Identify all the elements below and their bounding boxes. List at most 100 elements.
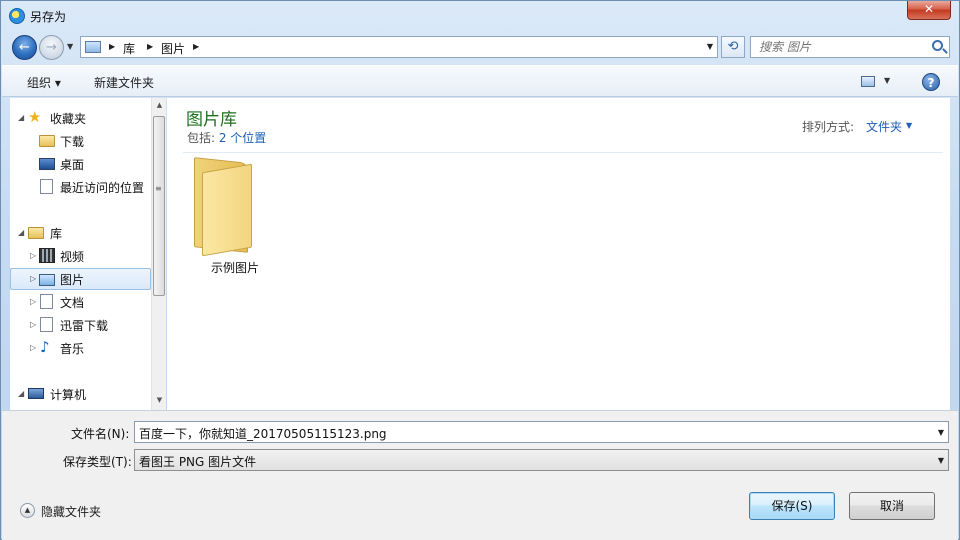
forward-arrow-icon: → xyxy=(46,40,57,55)
file-list-pane: 图片库 包括: 2 个位置 排列方式: 文件夹 ▼ 示例图片 xyxy=(167,98,950,410)
search-box[interactable] xyxy=(750,36,950,58)
expand-arrow-icon[interactable]: ▷ xyxy=(30,297,36,306)
tree-item-downloads[interactable]: 下载 xyxy=(10,130,151,152)
view-mode-icon[interactable] xyxy=(861,76,875,87)
tree-label: 音乐 xyxy=(60,342,85,356)
tree-computer[interactable]: ◢ 计算机 xyxy=(10,383,151,405)
tree-label: 收藏夹 xyxy=(50,112,87,126)
collapse-arrow-icon[interactable]: ◢ xyxy=(18,389,24,398)
library-pictures-icon xyxy=(85,41,101,53)
filetype-select[interactable]: 看图王 PNG 图片文件 ▼ xyxy=(134,449,949,471)
subtitle-prefix: 包括: xyxy=(187,131,219,145)
pictures-library-icon xyxy=(39,274,55,286)
back-button[interactable]: ← xyxy=(12,35,37,60)
arrange-by-dropdown[interactable]: 文件夹 xyxy=(866,118,902,135)
desktop-icon xyxy=(39,158,55,170)
breadcrumb-library[interactable]: 库 xyxy=(123,40,135,57)
locations-link[interactable]: 2 个位置 xyxy=(219,131,266,145)
tree-item-music[interactable]: ▷ ♪ 音乐 xyxy=(10,337,151,359)
tree-libraries[interactable]: ◢ 库 xyxy=(10,222,151,244)
recent-pages-dropdown-icon[interactable]: ▼ xyxy=(67,42,73,51)
download-folder-icon xyxy=(39,135,55,147)
arrange-by-dropdown-icon[interactable]: ▼ xyxy=(906,121,912,130)
filetype-dropdown-icon[interactable]: ▼ xyxy=(938,456,944,465)
tree-label: 桌面 xyxy=(60,158,85,172)
address-bar[interactable]: ▶ 库 ▶ 图片 ▶ ▼ xyxy=(80,36,718,58)
filename-field[interactable]: 百度一下，你就知道_20170505115123.png ▼ xyxy=(134,421,949,443)
tree-label: 视频 xyxy=(60,250,85,264)
library-icon xyxy=(28,227,44,239)
save-as-dialog: 另存为 ✕ ← → ▼ ▶ 库 ▶ 图片 ▶ ▼ ⟲ 组织 ▾ 新建文件夹 ▼ … xyxy=(0,0,960,540)
refresh-icon: ⟲ xyxy=(727,39,739,54)
expand-arrow-icon[interactable]: ▷ xyxy=(30,251,36,260)
tree-label: 库 xyxy=(50,227,63,241)
tree-label: 最近访问的位置 xyxy=(60,181,145,195)
address-dropdown-icon[interactable]: ▼ xyxy=(707,42,713,51)
filename-label: 文件名(N): xyxy=(71,427,130,441)
app-icon xyxy=(9,8,25,24)
computer-icon xyxy=(28,388,44,399)
expand-arrow-icon[interactable]: ▷ xyxy=(30,320,36,329)
collapse-up-icon[interactable]: ▲ xyxy=(20,503,35,518)
recent-places-icon xyxy=(40,179,53,194)
breadcrumb-separator-icon[interactable]: ▶ xyxy=(147,42,153,51)
breadcrumb-pictures[interactable]: 图片 xyxy=(161,40,185,57)
video-library-icon xyxy=(39,248,55,263)
collapse-arrow-icon[interactable]: ◢ xyxy=(18,228,24,237)
documents-library-icon xyxy=(40,294,53,309)
filetype-value: 看图王 PNG 图片文件 xyxy=(139,455,257,469)
breadcrumb-separator-icon[interactable]: ▶ xyxy=(109,42,115,51)
refresh-button[interactable]: ⟲ xyxy=(721,36,745,58)
close-button[interactable]: ✕ xyxy=(907,1,951,20)
nav-pane-scrollbar[interactable]: ▲ ≡ ▼ xyxy=(151,98,166,410)
tree-item-videos[interactable]: ▷ 视频 xyxy=(10,245,151,267)
navigation-pane: ◢ ★ 收藏夹 下载 桌面 最近访问的位置 ◢ 库 ▷ 视频 ▷ 图片 ▷ 文档… xyxy=(10,98,151,410)
scroll-down-icon[interactable]: ▼ xyxy=(152,396,167,404)
filename-dropdown-icon[interactable]: ▼ xyxy=(938,428,944,437)
tree-label: 下载 xyxy=(60,135,85,149)
save-form: 文件名(N): 百度一下，你就知道_20170505115123.png ▼ 保… xyxy=(2,410,958,540)
view-dropdown-icon[interactable]: ▼ xyxy=(884,76,890,85)
scroll-up-icon[interactable]: ▲ xyxy=(152,101,167,109)
tree-item-desktop[interactable]: 桌面 xyxy=(10,153,151,175)
window-title: 另存为 xyxy=(30,10,67,24)
library-title: 图片库 xyxy=(186,110,237,130)
folder-icon[interactable] xyxy=(194,157,252,257)
folder-front xyxy=(202,163,252,257)
folder-item-label[interactable]: 示例图片 xyxy=(211,259,259,276)
tree-label: 图片 xyxy=(60,273,85,287)
help-icon[interactable]: ? xyxy=(922,73,940,91)
organize-button[interactable]: 组织 ▾ xyxy=(27,74,61,91)
title-bar: 另存为 ✕ xyxy=(1,1,959,31)
breadcrumb-separator-icon[interactable]: ▶ xyxy=(193,42,199,51)
hide-folders-label[interactable]: 隐藏文件夹 xyxy=(41,503,101,520)
tree-label: 迅雷下载 xyxy=(60,319,109,333)
scrollbar-thumb[interactable] xyxy=(153,116,165,296)
save-button[interactable]: 保存(S) xyxy=(749,492,835,520)
collapse-arrow-icon[interactable]: ◢ xyxy=(18,113,24,122)
library-subtitle: 包括: 2 个位置 xyxy=(187,129,266,146)
scroll-grip-icon: ≡ xyxy=(155,184,162,193)
arrange-by-label: 排列方式: xyxy=(802,120,855,134)
tree-item-recent-places[interactable]: 最近访问的位置 xyxy=(10,176,151,198)
star-icon: ★ xyxy=(28,108,42,126)
expand-arrow-icon[interactable]: ▷ xyxy=(30,274,36,283)
tree-item-thunder-downloads[interactable]: ▷ 迅雷下载 xyxy=(10,314,151,336)
filetype-label: 保存类型(T): xyxy=(63,455,132,469)
command-toolbar: 组织 ▾ 新建文件夹 ▼ ? xyxy=(2,65,958,97)
search-input[interactable] xyxy=(751,37,921,57)
back-arrow-icon: ← xyxy=(19,40,30,55)
new-folder-button[interactable]: 新建文件夹 xyxy=(94,74,154,91)
thunder-library-icon xyxy=(40,317,53,332)
cancel-button[interactable]: 取消 xyxy=(849,492,935,520)
tree-label: 文档 xyxy=(60,296,85,310)
expand-arrow-icon[interactable]: ▷ xyxy=(30,343,36,352)
tree-favorites[interactable]: ◢ ★ 收藏夹 xyxy=(10,107,151,129)
music-note-icon: ♪ xyxy=(40,338,50,356)
search-icon[interactable] xyxy=(932,40,943,51)
tree-label: 计算机 xyxy=(50,388,87,402)
tree-item-pictures[interactable]: ▷ 图片 xyxy=(10,268,151,290)
filename-value[interactable]: 百度一下，你就知道_20170505115123.png xyxy=(139,425,387,442)
forward-button[interactable]: → xyxy=(39,35,64,60)
tree-item-documents[interactable]: ▷ 文档 xyxy=(10,291,151,313)
